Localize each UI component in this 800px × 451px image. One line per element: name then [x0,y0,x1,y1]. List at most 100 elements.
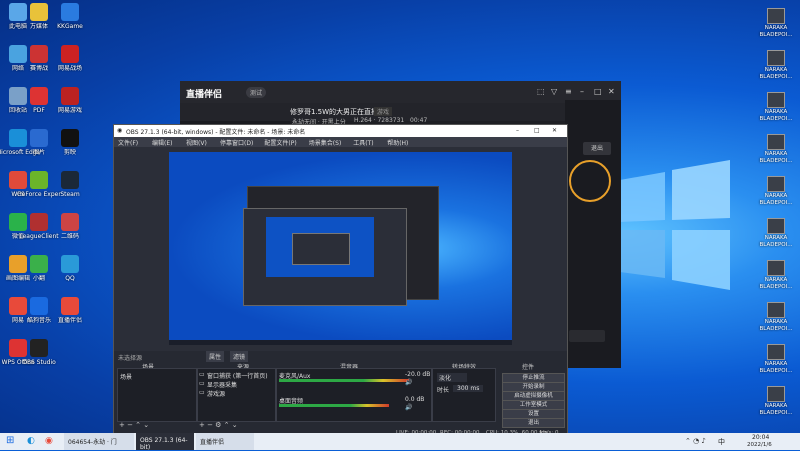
tray-icons[interactable]: ⌃ ◔ ♪ [685,437,706,445]
exit-button[interactable]: 退出 [502,418,565,428]
obs-menu-item[interactable]: 编辑(E) [152,138,172,147]
naraka-shortcut[interactable]: NARAKA BLADEPOI... [752,386,800,416]
naraka-shortcut-label: NARAKA BLADEPOI... [759,361,793,374]
companion-close-icon[interactable]: ✕ [608,87,615,96]
desktop-icon[interactable]: 二维码 [48,213,92,240]
volume-icon[interactable]: 🔊 [405,379,412,386]
naraka-shortcut[interactable]: NARAKA BLADEPOI... [752,344,800,374]
source-icon-monitor: ▭ [199,380,205,387]
companion-progress-ring [569,160,611,202]
desktop-icon[interactable]: 剪映 [48,129,92,156]
companion-gift-icon[interactable]: ⬚ [537,87,545,96]
companion-menu-icon[interactable]: ≡ [565,87,572,96]
clock-date[interactable]: 2022/1/6 [747,442,772,448]
app-icon [30,213,48,231]
game-icon [767,260,785,276]
taskbar-item-game[interactable]: 064654-永劫 · 门 [64,433,134,450]
controls-header: 控件 [522,364,535,371]
taskbar-item-obs[interactable]: OBS 27.1.3 (64-bit) [136,433,194,451]
source-item[interactable]: 游戏源 [207,389,225,398]
app-icon [30,129,48,147]
source-item[interactable]: 窗口捕获 (第一行首页) [207,371,268,380]
taskbar-item-label: OBS 27.1.3 (64-bit) [140,437,188,451]
desktop-icon[interactable]: QQ [48,255,92,282]
obs-window[interactable]: ◉ OBS 27.1.3 (64-bit, windows) - 配置文件: 未… [113,124,568,439]
desktop-icon[interactable]: 网易游戏 [48,87,92,114]
edge-icon[interactable]: ◐ [27,436,35,446]
mixer-track-db: 0.0 dB [405,396,425,403]
naraka-shortcut[interactable]: NARAKA BLADEPOI... [752,92,800,122]
companion-maximize-icon[interactable]: □ [594,87,602,96]
naraka-shortcut[interactable]: NARAKA BLADEPOI... [752,302,800,332]
obs-close-icon[interactable]: ✕ [552,127,557,134]
companion-version-badge: 测试 [246,87,267,98]
add-source-icon[interactable]: + − ⚙ ⌃ ⌄ [199,421,238,429]
desktop-icon-label: Steam [60,191,80,198]
naraka-shortcut[interactable]: NARAKA BLADEPOI... [752,218,800,248]
naraka-shortcut-label: NARAKA BLADEPOI... [759,235,793,248]
companion-minimize-icon[interactable]: – [580,87,584,96]
app-icon [30,171,48,189]
companion-skin-icon[interactable]: ▽ [551,87,557,96]
start-icon[interactable]: ⊞ [6,435,14,446]
source-status: 未选择源 [118,355,143,362]
desktop-icon[interactable]: 直播伴侣 [48,297,92,324]
filters-button[interactable]: 滤镜 [230,351,249,362]
app-icon [61,255,79,273]
naraka-shortcut-label: NARAKA BLADEPOI... [759,403,793,416]
companion-logo: 直播伴侣 [186,90,223,100]
obs-maximize-icon[interactable]: □ [534,127,540,134]
desktop-icon-label: 剪映 [63,149,76,156]
mixer-meter [279,404,389,407]
desktop-icon-label: 网易游戏 [57,107,82,114]
stream-title[interactable]: 修罗哥1.5W的大男正在直播 [290,107,378,117]
desktop-icon-label: 二维码 [60,233,79,240]
desktop-icon[interactable]: OBS Studio [17,339,61,366]
obs-titlebar: ◉ OBS 27.1.3 (64-bit, windows) - 配置文件: 未… [114,125,567,137]
chrome-icon[interactable]: ◉ [45,436,53,446]
obs-menu-item[interactable]: 工具(T) [353,138,373,147]
naraka-shortcut-label: NARAKA BLADEPOI... [759,277,793,290]
game-icon [767,176,785,192]
obs-menu-item[interactable]: 帮助(H) [387,138,408,147]
naraka-shortcut-label: NARAKA BLADEPOI... [759,25,793,38]
naraka-shortcut[interactable]: NARAKA BLADEPOI... [752,176,800,206]
obs-menu-item[interactable]: 场景集合(S) [309,138,342,147]
source-icon-game: ▭ [199,389,205,396]
obs-app-icon: ◉ [117,127,123,134]
transition-select[interactable]: 淡化 [437,373,468,382]
duration-input[interactable]: 300 ms [453,385,484,392]
naraka-shortcut[interactable]: NARAKA BLADEPOI... [752,50,800,80]
obs-menu-item[interactable]: 视图(V) [186,138,207,147]
mixer-panel: 麦克风/Aux -20.0 dB 🔊 桌面音频 0.0 dB 🔊 [276,368,432,422]
desktop-icon[interactable]: 网易战场 [48,45,92,72]
obs-menu-item[interactable]: 停靠窗口(D) [220,138,253,147]
desktop-icon[interactable]: Steam [48,171,92,198]
add-scene-icon[interactable]: + − ⌃ ⌄ [119,421,149,429]
obs-minimize-icon[interactable]: – [516,127,519,134]
source-icon-window: ▭ [199,371,205,378]
naraka-shortcut[interactable]: NARAKA BLADEPOI... [752,260,800,290]
obs-preview[interactable] [169,152,512,345]
clock-time[interactable]: 20:04 [752,434,769,441]
game-icon [767,218,785,234]
obs-menu-item[interactable]: 配置文件(P) [264,138,296,147]
scene-item[interactable]: 场景 [120,372,132,381]
source-item[interactable]: 显示器采集 [207,380,237,389]
sources-panel: ▭ 窗口捕获 (第一行首页) ▭ 显示器采集 ▭ 游戏源 [197,368,276,422]
naraka-shortcut[interactable]: NARAKA BLADEPOI... [752,8,800,38]
properties-button[interactable]: 属性 [206,351,225,362]
obs-menu-item[interactable]: 文件(F) [118,138,138,147]
volume-icon[interactable]: 🔊 [405,404,412,411]
companion-exit-button[interactable]: 退出 [583,142,611,155]
desktop-icon[interactable]: KKGame [48,3,92,30]
naraka-shortcut[interactable]: NARAKA BLADEPOI... [752,134,800,164]
taskbar-item-label: 直播伴侣 [200,439,225,446]
nested-obs [243,208,407,306]
app-icon [30,255,48,273]
app-icon [61,3,79,21]
ime-indicator[interactable]: 中 [718,437,725,447]
taskbar-item-companion[interactable]: 直播伴侣 [196,433,254,450]
companion-bottom-button[interactable] [569,330,605,342]
game-icon [767,386,785,402]
